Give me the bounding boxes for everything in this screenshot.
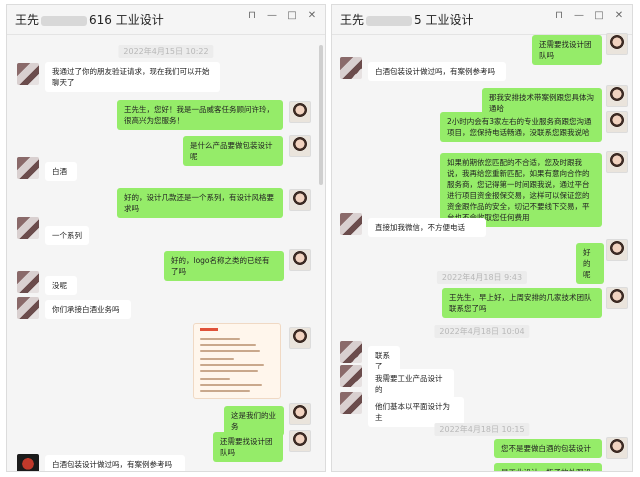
message-outgoing: 王先生，早上好，上周安排的几家技术团队联系您了吗 <box>442 288 602 318</box>
agent-avatar <box>289 403 311 425</box>
minimize-icon[interactable]: — <box>572 9 586 23</box>
agent-avatar <box>289 430 311 452</box>
contact-name-prefix: 王先 <box>15 13 40 27</box>
pin-icon[interactable]: ⊓ <box>552 9 566 23</box>
minimize-icon[interactable]: — <box>265 9 279 23</box>
message-outgoing: 还需要找设计团队吗 <box>532 35 602 65</box>
agent-avatar <box>606 437 628 459</box>
customer-avatar <box>340 341 362 363</box>
redacted-name <box>41 15 88 26</box>
agent-avatar <box>606 33 628 55</box>
message-outgoing: 是什么产品要做包装设计呢 <box>183 136 283 166</box>
message-outgoing: 好的，设计几款还是一个系列，有设计风格要求吗 <box>117 188 283 218</box>
service-card-image[interactable] <box>193 323 281 399</box>
title-bar: 王先 616 工业设计 ⊓ — □ ✕ <box>7 5 325 35</box>
message-incoming: 你们承接白酒业务吗 <box>45 300 131 319</box>
customer-avatar <box>17 271 39 293</box>
message-outgoing: 2小时内会有3家左右的专业服务商跟您沟通项目，您保持电话畅通，没联系您跟我说哈 <box>440 112 602 142</box>
customer-avatar <box>17 297 39 319</box>
scrollbar[interactable] <box>319 45 323 185</box>
chat-window-right: 王先 5 工业设计 ⊓ — □ ✕ 还需要找设计团队吗 白酒包装设计做过吗，有案例… <box>331 4 633 472</box>
message-outgoing: 如果前期依您匹配的不合适，您及时跟我说，我再给您重新匹配，如果有意向合作的服务商… <box>440 153 602 227</box>
agent-avatar <box>606 85 628 107</box>
message-incoming: 我需要工业产品设计的 <box>368 369 454 399</box>
timestamp: 2022年4月18日 10:15 <box>434 423 530 436</box>
agent-avatar <box>606 151 628 173</box>
customer-avatar <box>340 213 362 235</box>
close-icon[interactable]: ✕ <box>305 9 319 23</box>
agent-avatar <box>289 189 311 211</box>
message-outgoing: 王先生，您好！我是一品威客任务顾问许玲，很高兴为您服务！ <box>117 100 283 130</box>
card-header <box>200 328 218 331</box>
agent-avatar <box>289 101 311 123</box>
message-incoming: 白酒包装设计做过吗，有案例参考吗 <box>45 455 185 471</box>
timestamp: 2022年4月18日 9:43 <box>436 271 528 284</box>
agent-avatar <box>606 287 628 309</box>
message-incoming: 白酒包装设计做过吗，有案例参考吗 <box>368 62 506 81</box>
message-outgoing: 好的，logo名称之类的已经有了吗 <box>164 251 284 281</box>
window-controls: ⊓ — □ ✕ <box>552 9 626 23</box>
agent-avatar <box>289 135 311 157</box>
redacted-name <box>366 15 413 26</box>
message-outgoing: 是工业设计，瓶子的外观设计吗 <box>494 463 602 471</box>
message-incoming: 没呢 <box>45 276 77 295</box>
chat-title: 王先 5 工业设计 <box>340 11 473 28</box>
chat-window-left: 王先 616 工业设计 ⊓ — □ ✕ 2022年4月15日 10:22 我通过了… <box>6 4 326 472</box>
message-outgoing: 您不是要做白酒的包装设计 <box>494 439 602 458</box>
message-outgoing: 好的呢 <box>576 243 604 284</box>
agent-avatar <box>606 239 628 261</box>
timestamp: 2022年4月15日 10:22 <box>118 45 214 58</box>
contact-name-prefix: 王先 <box>340 13 365 27</box>
pin-icon[interactable]: ⊓ <box>245 9 259 23</box>
timestamp: 2022年4月18日 10:04 <box>434 325 530 338</box>
customer-avatar <box>17 63 39 85</box>
customer-avatar <box>340 392 362 414</box>
customer-avatar <box>17 217 39 239</box>
agent-avatar <box>289 249 311 271</box>
message-incoming: 直接加我微信，不方便电话 <box>368 218 486 237</box>
page: 王先 616 工业设计 ⊓ — □ ✕ 2022年4月15日 10:22 我通过了… <box>0 0 640 477</box>
customer-avatar <box>340 365 362 387</box>
close-icon[interactable]: ✕ <box>612 9 626 23</box>
message-outgoing: 还需要找设计团队吗 <box>213 432 283 462</box>
customer-avatar <box>17 454 39 471</box>
agent-avatar <box>289 327 311 349</box>
maximize-icon[interactable]: □ <box>592 9 606 23</box>
agent-avatar <box>606 111 628 133</box>
title-bar: 王先 5 工业设计 ⊓ — □ ✕ <box>332 5 632 35</box>
window-controls: ⊓ — □ ✕ <box>245 9 319 23</box>
maximize-icon[interactable]: □ <box>285 9 299 23</box>
contact-name-suffix: 5 工业设计 <box>414 13 474 27</box>
chat-title: 王先 616 工业设计 <box>15 11 164 28</box>
message-incoming: 白酒 <box>45 162 77 181</box>
message-incoming: 我通过了你的朋友验证请求，现在我们可以开始聊天了 <box>45 62 220 92</box>
customer-avatar <box>17 157 39 179</box>
message-incoming: 一个系列 <box>45 226 89 245</box>
customer-avatar <box>340 57 362 79</box>
contact-name-suffix: 616 工业设计 <box>89 13 164 27</box>
